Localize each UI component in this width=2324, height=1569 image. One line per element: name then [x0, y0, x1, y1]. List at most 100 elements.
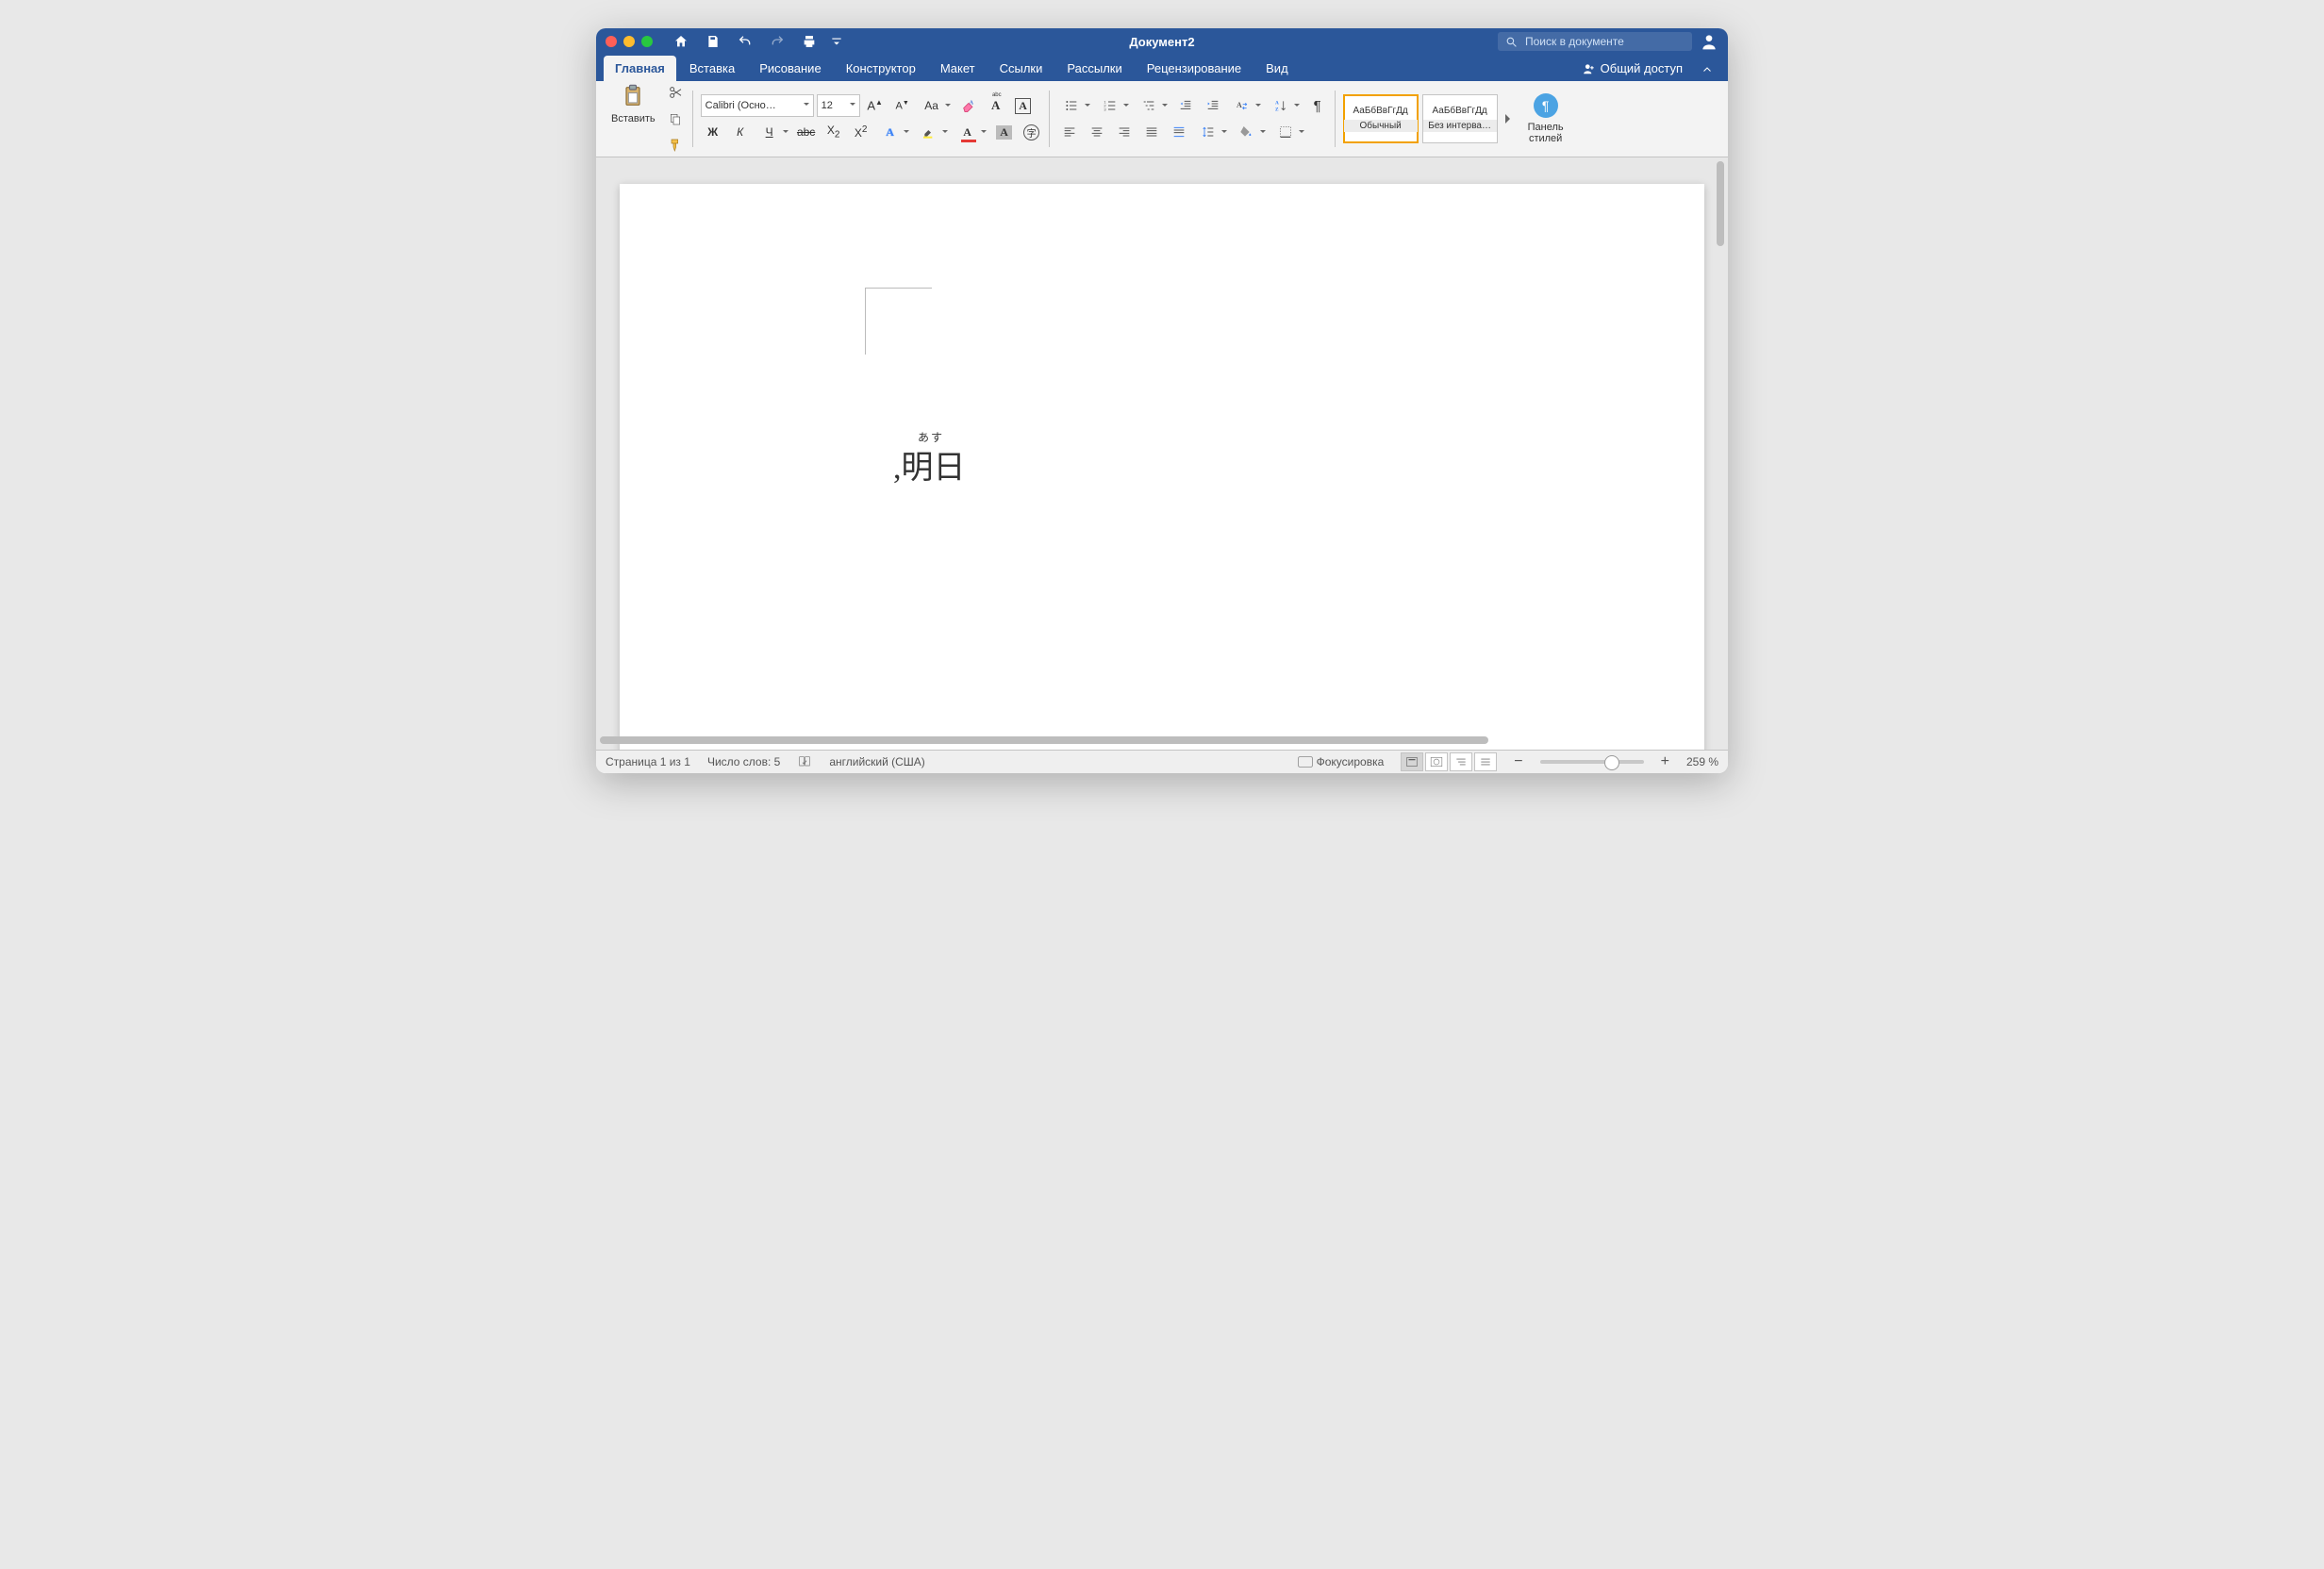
document-area[interactable]: あす ,明日	[596, 157, 1728, 750]
home-icon[interactable]	[670, 31, 692, 52]
body-text[interactable]: ,明日	[893, 451, 966, 486]
zoom-in-button[interactable]: +	[1661, 753, 1669, 770]
styles-pane-button[interactable]: ¶ Панель стилей	[1522, 93, 1569, 144]
print-layout-view[interactable]	[1401, 752, 1423, 771]
focus-mode-button[interactable]: Фокусировка	[1298, 755, 1385, 768]
close-window-button[interactable]	[606, 36, 617, 47]
paste-label: Вставить	[611, 113, 656, 124]
account-icon[interactable]	[1700, 32, 1718, 51]
grow-font-button[interactable]: A▲	[863, 94, 888, 117]
horizontal-scroll-thumb[interactable]	[600, 736, 1488, 744]
web-layout-view[interactable]	[1425, 752, 1448, 771]
style-normal[interactable]: АаБбВвГгДд Обычный	[1343, 94, 1419, 143]
styles-gallery-more[interactable]	[1502, 95, 1519, 142]
share-button[interactable]: Общий доступ	[1573, 56, 1692, 81]
clear-formatting-button[interactable]: A	[956, 94, 981, 117]
font-size-combo[interactable]: 12	[817, 94, 860, 117]
draft-view[interactable]	[1474, 752, 1497, 771]
tab-home[interactable]: Главная	[604, 56, 676, 81]
change-case-icon: Aa	[924, 99, 938, 112]
sort-button[interactable]: AZ	[1267, 94, 1303, 117]
tab-references[interactable]: Ссылки	[988, 56, 1054, 81]
search-box[interactable]	[1498, 32, 1692, 51]
horizontal-scrollbar[interactable]	[600, 735, 1711, 746]
enclose-characters-button[interactable]: 字	[1020, 121, 1044, 143]
bold-button[interactable]: Ж	[701, 121, 725, 143]
shading-button[interactable]	[1233, 121, 1269, 143]
minimize-window-button[interactable]	[623, 36, 635, 47]
paste-button[interactable]: Вставить	[607, 81, 659, 126]
undo-icon[interactable]	[734, 31, 756, 52]
zoom-level[interactable]: 259 %	[1686, 755, 1718, 768]
zoom-slider-knob[interactable]	[1604, 755, 1619, 770]
font-color-button[interactable]: A	[954, 121, 989, 143]
web-layout-icon	[1430, 756, 1443, 768]
highlight-button[interactable]	[915, 121, 951, 143]
zoom-out-button[interactable]: −	[1514, 753, 1522, 770]
subscript-button[interactable]: X2	[822, 121, 846, 143]
enclose-icon: 字	[1023, 124, 1039, 140]
search-input[interactable]	[1523, 34, 1678, 49]
page[interactable]: あす ,明日	[620, 184, 1704, 750]
tab-layout[interactable]: Макет	[929, 56, 987, 81]
save-icon[interactable]	[702, 31, 724, 52]
format-painter-button[interactable]	[663, 134, 688, 157]
align-left-button[interactable]	[1057, 121, 1082, 143]
qat-customize-icon[interactable]	[830, 31, 843, 52]
text-effects-icon: A	[886, 125, 894, 140]
ribbon-tab-strip: Главная Вставка Рисование Конструктор Ма…	[596, 55, 1728, 81]
tab-review[interactable]: Рецензирование	[1136, 56, 1253, 81]
tab-draw[interactable]: Рисование	[748, 56, 832, 81]
vertical-scrollbar[interactable]	[1715, 161, 1726, 731]
style-no-interval[interactable]: АаБбВвГгДд Без интерва…	[1422, 94, 1498, 143]
copy-button[interactable]	[663, 107, 688, 130]
zoom-window-button[interactable]	[641, 36, 653, 47]
zoom-slider[interactable]	[1540, 760, 1644, 764]
increase-indent-button[interactable]	[1201, 94, 1225, 117]
spellcheck-status[interactable]	[797, 754, 812, 769]
tab-insert[interactable]: Вставка	[678, 56, 746, 81]
language-status[interactable]: английский (США)	[829, 755, 924, 768]
bullets-button[interactable]	[1057, 94, 1093, 117]
multilevel-list-button[interactable]	[1135, 94, 1170, 117]
tab-mailings[interactable]: Рассылки	[1055, 56, 1133, 81]
word-count-status[interactable]: Число слов: 5	[707, 755, 780, 768]
ribbon: Вставить Calibri (Осно… 12 A▲ A▼ Aa A	[596, 81, 1728, 157]
distributed-button[interactable]	[1167, 121, 1191, 143]
strike-icon: abc	[797, 125, 815, 139]
numbering-button[interactable]: 123	[1096, 94, 1132, 117]
decrease-indent-button[interactable]	[1173, 94, 1198, 117]
view-switcher	[1401, 752, 1497, 771]
italic-button[interactable]: К	[728, 121, 753, 143]
text-effects-button[interactable]: A	[876, 121, 912, 143]
line-spacing-button[interactable]	[1194, 121, 1230, 143]
group-font: Calibri (Осно… 12 A▲ A▼ Aa A abcA A Ж К …	[695, 85, 1050, 153]
font-name-combo[interactable]: Calibri (Осно…	[701, 94, 814, 117]
align-right-button[interactable]	[1112, 121, 1137, 143]
shrink-font-button[interactable]: A▼	[890, 94, 915, 117]
text-direction-button[interactable]: A	[1228, 94, 1264, 117]
character-border-button[interactable]: A	[1011, 94, 1036, 117]
align-center-button[interactable]	[1085, 121, 1109, 143]
character-shading-button[interactable]: A	[992, 121, 1017, 143]
justify-button[interactable]	[1139, 121, 1164, 143]
underline-icon: Ч	[766, 125, 773, 139]
tab-view[interactable]: Вид	[1254, 56, 1300, 81]
cut-button[interactable]	[663, 81, 688, 104]
change-case-button[interactable]: Aa	[918, 94, 954, 117]
redo-icon[interactable]	[766, 31, 788, 52]
vertical-scroll-thumb[interactable]	[1717, 161, 1724, 246]
show-marks-button[interactable]: ¶	[1305, 94, 1330, 117]
phonetic-guide-button[interactable]: abcA	[984, 94, 1008, 117]
shrink-font-icon: A▼	[896, 100, 909, 112]
superscript-button[interactable]: X2	[849, 121, 873, 143]
document-text[interactable]: あす ,明日	[893, 429, 966, 487]
borders-button[interactable]	[1271, 121, 1307, 143]
page-number-status[interactable]: Страница 1 из 1	[606, 755, 690, 768]
underline-button[interactable]: Ч	[755, 121, 791, 143]
strikethrough-button[interactable]: abc	[794, 121, 819, 143]
outline-view[interactable]	[1450, 752, 1472, 771]
tab-design[interactable]: Конструктор	[835, 56, 927, 81]
collapse-ribbon-button[interactable]	[1694, 58, 1720, 81]
print-icon[interactable]	[798, 31, 821, 52]
